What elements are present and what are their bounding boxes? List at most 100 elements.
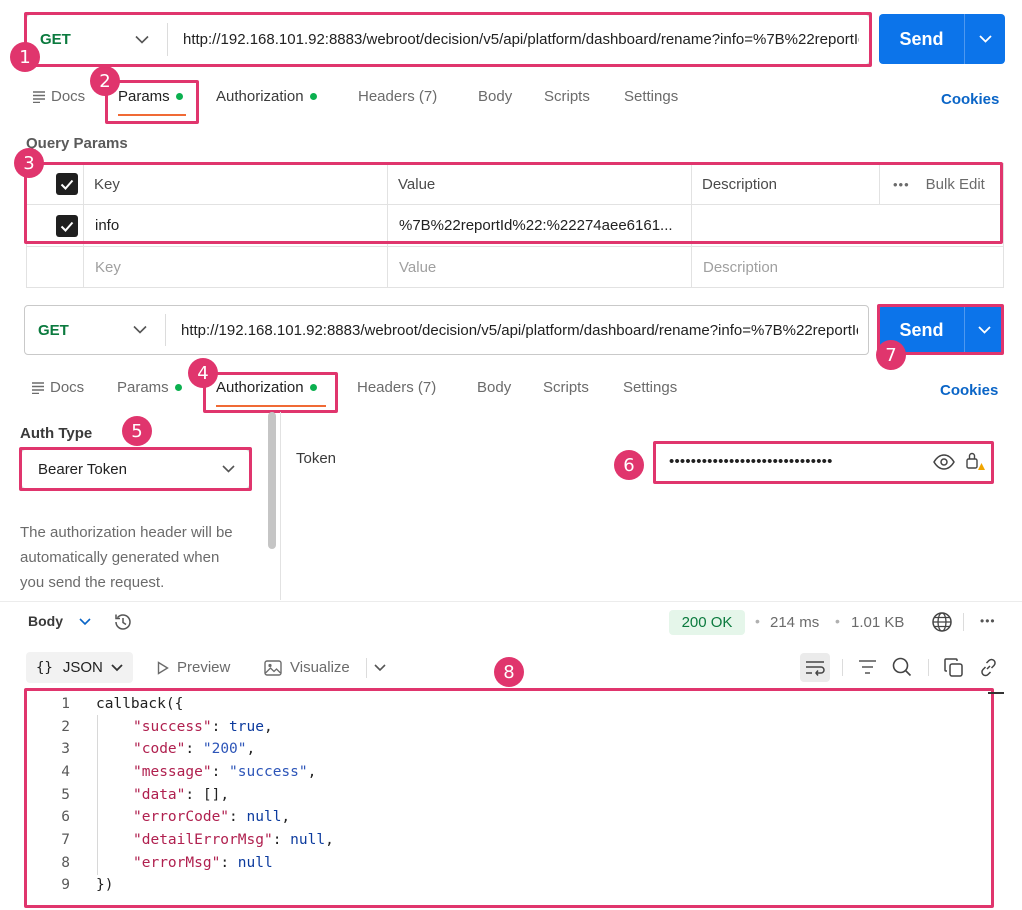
json-value: true: [229, 719, 264, 735]
tab-docs[interactable]: Docs: [32, 88, 85, 105]
code-text: "success": true,: [133, 719, 273, 735]
callout-box: [24, 162, 1003, 244]
marker-4: 4: [188, 358, 218, 388]
code-text: "code": "200",: [133, 741, 256, 757]
code-line: 2 "success": true,: [40, 716, 940, 738]
tab-label: Body: [477, 379, 512, 396]
chevron-down-icon[interactable]: [374, 664, 386, 672]
toolbar-divider: [366, 658, 367, 678]
method-select[interactable]: GET: [25, 306, 165, 354]
new-key-cell[interactable]: Key: [95, 247, 121, 287]
code-line: 4 "message": "success",: [40, 761, 940, 783]
status-dot: [309, 92, 317, 100]
search-icon[interactable]: [892, 657, 912, 677]
visualize-label: Visualize: [290, 659, 350, 676]
tab-body[interactable]: Body: [478, 88, 512, 105]
tab-scripts[interactable]: Scripts: [543, 379, 589, 396]
json-key: "success": [133, 719, 212, 735]
json-comma: ,: [325, 832, 334, 848]
marker-6: 6: [614, 450, 644, 480]
tab-headers[interactable]: Headers (7): [358, 88, 437, 105]
json-value: null: [290, 832, 326, 848]
code-text: }): [96, 877, 114, 893]
json-key: "data": [133, 787, 186, 803]
url-input[interactable]: http://192.168.101.92:8883/webroot/decis…: [181, 306, 858, 354]
image-icon: [264, 660, 282, 676]
json-comma: ,: [307, 764, 317, 780]
editor-edge: [988, 692, 1004, 694]
line-number: 1: [61, 696, 70, 712]
new-description-cell[interactable]: Description: [703, 247, 778, 287]
history-icon[interactable]: [112, 612, 133, 632]
line-number: 5: [61, 787, 70, 803]
tab-label: Scripts: [544, 88, 590, 105]
auth-type-title: Auth Type: [20, 425, 93, 442]
tab-body[interactable]: Body: [477, 379, 511, 396]
tab-settings[interactable]: Settings: [623, 379, 677, 396]
response-body-dropdown[interactable]: Body: [28, 613, 91, 629]
wrap-icon: [806, 661, 825, 676]
new-value-cell[interactable]: Value: [399, 247, 436, 287]
send-options-button[interactable]: [965, 14, 1005, 64]
copy-icon[interactable]: [944, 658, 963, 677]
line-number: 4: [61, 764, 70, 780]
marker-5: 5: [122, 416, 152, 446]
line-number: 3: [61, 741, 70, 757]
json-comma: ,: [281, 809, 291, 825]
response-time[interactable]: 214 ms: [770, 614, 819, 631]
preview-button[interactable]: Preview: [157, 659, 230, 676]
send-label: Send: [899, 28, 944, 49]
code-text: "message": "success",: [133, 764, 317, 780]
link-icon[interactable]: [978, 657, 999, 678]
code-line: 6 "errorCode": null,: [40, 806, 940, 828]
preview-label: Preview: [177, 659, 231, 676]
tab-label: Settings: [624, 88, 679, 105]
scrollbar[interactable]: [268, 412, 276, 549]
json-value: "200": [202, 741, 247, 757]
json-value: null: [237, 855, 273, 871]
status-badge[interactable]: 200 OK: [669, 610, 745, 635]
marker-1: 1: [10, 42, 40, 72]
section-divider: [0, 601, 1022, 602]
tab-params[interactable]: Params: [117, 379, 182, 396]
toolbar-divider: [842, 659, 843, 676]
json-comma: ,: [246, 741, 256, 757]
marker-2: 2: [90, 66, 120, 96]
format-label: JSON: [62, 659, 103, 676]
chevron-down-icon: [111, 663, 123, 671]
format-select[interactable]: {} JSON: [26, 652, 133, 683]
json-comma: ,: [220, 787, 230, 803]
tab-docs[interactable]: Docs: [31, 379, 84, 396]
auth-hint: The authorization header will be automat…: [20, 524, 233, 591]
filter-icon[interactable]: [858, 659, 877, 675]
code-line: 3 "code": "200",: [40, 738, 940, 760]
code-text: callback({: [96, 696, 184, 712]
tab-settings[interactable]: Settings: [624, 88, 678, 105]
url-bar: GET http://192.168.101.92:8883/webroot/d…: [24, 305, 869, 355]
cookies-link[interactable]: Cookies: [940, 382, 998, 399]
code-text: "detailErrorMsg": null,: [133, 832, 334, 848]
wrap-lines-button[interactable]: [800, 653, 830, 682]
tab-label: Docs: [51, 88, 86, 105]
marker-8: 8: [494, 657, 524, 687]
visualize-button[interactable]: Visualize: [264, 659, 350, 676]
more-options-icon[interactable]: •••: [980, 614, 996, 628]
response-size[interactable]: 1.01 KB: [851, 614, 904, 631]
cookies-link[interactable]: Cookies: [941, 91, 999, 108]
marker-3: 3: [14, 148, 44, 178]
panel-divider: [280, 412, 281, 600]
toolbar-divider: [928, 659, 929, 676]
callout-box: [24, 12, 872, 67]
tab-scripts[interactable]: Scripts: [544, 88, 590, 105]
code-line: 8 "errorMsg": null: [40, 852, 940, 874]
line-number: 8: [61, 855, 70, 871]
tab-label: Scripts: [543, 379, 589, 396]
code-text: "data": [],: [133, 787, 230, 803]
globe-icon[interactable]: [931, 611, 953, 633]
send-button[interactable]: Send: [879, 14, 1005, 64]
tab-headers[interactable]: Headers (7): [357, 379, 436, 396]
play-icon: [157, 661, 169, 675]
code-text: "errorMsg": null: [133, 855, 273, 871]
token-label: Token: [296, 450, 337, 467]
tab-authorization[interactable]: Authorization: [216, 88, 317, 105]
